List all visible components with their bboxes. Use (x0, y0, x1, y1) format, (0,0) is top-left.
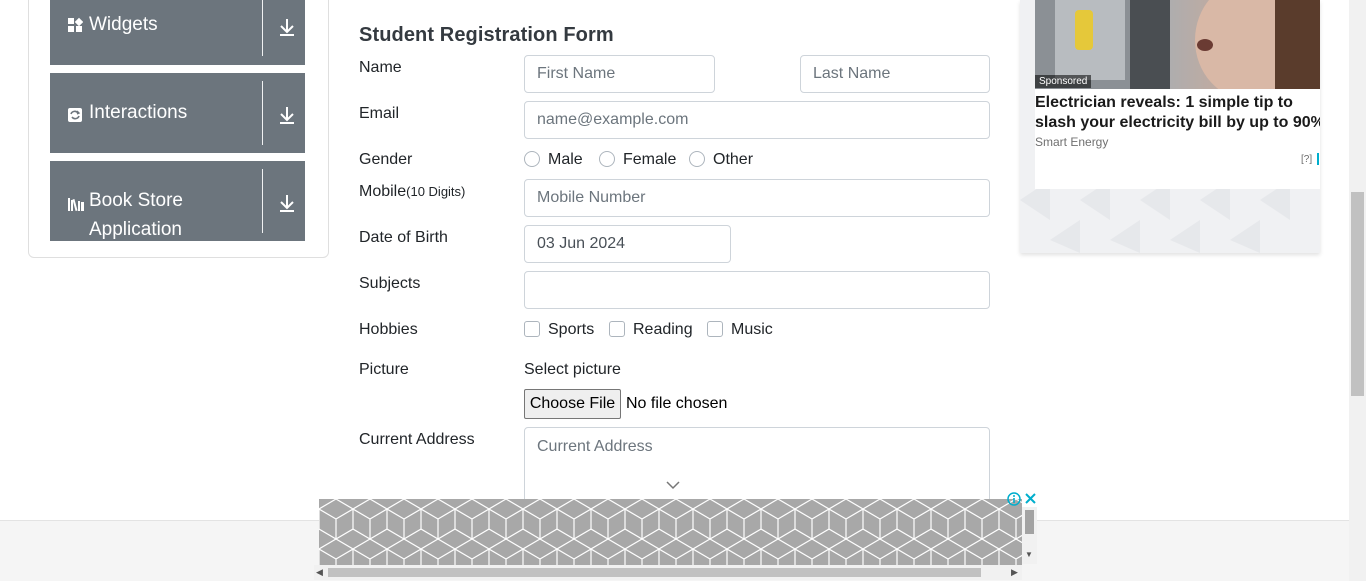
sidebar-group-label: Widgets (89, 14, 158, 35)
hobby-reading-checkbox[interactable] (609, 321, 625, 337)
hobby-sports-checkbox[interactable] (524, 321, 540, 337)
select-picture-label: Select picture (524, 361, 621, 378)
ad-right[interactable]: Sponsored Electrician reveals: 1 simple … (1020, 0, 1320, 253)
ad-info-icon[interactable] (1007, 492, 1021, 511)
name-label: Name (359, 59, 402, 76)
download-arrow-icon[interactable] (277, 105, 297, 125)
gender-label: Gender (359, 151, 413, 168)
hobby-sports-label[interactable]: Sports (548, 321, 594, 339)
gender-female-label[interactable]: Female (623, 151, 676, 169)
gender-other-radio[interactable] (689, 151, 705, 167)
interactions-icon (67, 107, 83, 123)
ad-source[interactable]: Smart Energy (1035, 135, 1108, 149)
sidebar-group-interactions[interactable]: Interactions (50, 73, 305, 153)
scrollbar-thumb[interactable] (1351, 192, 1364, 396)
ad-card[interactable]: Sponsored Electrician reveals: 1 simple … (1035, 0, 1320, 189)
gender-male-label[interactable]: Male (548, 151, 583, 169)
picture-label: Picture (359, 361, 409, 378)
file-status-text: No file chosen (626, 395, 728, 412)
sidebar-group-label: Book Store Application (89, 186, 183, 244)
gender-other-label[interactable]: Other (713, 151, 753, 169)
scroll-down-arrow-icon[interactable]: ▼ (1025, 550, 1033, 559)
ad-pattern (1020, 180, 1290, 253)
chevron-down-icon[interactable] (666, 477, 680, 495)
label-line-1: Book Store (89, 190, 183, 211)
sidebar-group-book-store[interactable]: Book Store Application (50, 161, 305, 241)
dob-label: Date of Birth (359, 229, 448, 246)
gender-male-radio[interactable] (524, 151, 540, 167)
ad-headline[interactable]: Electrician reveals: 1 simple tip to sla… (1035, 93, 1320, 133)
first-name-input[interactable]: First Name (524, 55, 715, 93)
scroll-right-arrow-icon[interactable]: ▶ (1011, 567, 1018, 578)
sidebar-group-label: Interactions (89, 102, 188, 123)
sponsored-label: Sponsored (1035, 75, 1092, 88)
mobile-hint: (10 Digits) (406, 184, 466, 199)
mobile-label-text: Mobile (359, 183, 407, 200)
label-line-2: Application (89, 219, 182, 240)
banner-pattern (319, 499, 1022, 565)
scroll-left-arrow-icon[interactable]: ◀ (316, 567, 323, 578)
mobile-label: Mobile(10 Digits) (359, 183, 465, 201)
current-address-label: Current Address (359, 431, 475, 448)
divider (262, 169, 263, 233)
download-arrow-icon[interactable] (277, 17, 297, 37)
scrollbar-thumb[interactable] (1025, 510, 1034, 534)
gender-female-radio[interactable] (599, 151, 615, 167)
hobbies-label: Hobbies (359, 321, 418, 338)
hobby-music-checkbox[interactable] (707, 321, 723, 337)
dob-input[interactable]: 03 Jun 2024 (524, 225, 731, 263)
current-address-textarea[interactable]: Current Address (524, 427, 990, 507)
scrollbar-thumb[interactable] (328, 568, 981, 577)
subjects-input[interactable] (524, 271, 990, 309)
ad-choices-icon[interactable] (1317, 152, 1320, 166)
banner-horizontal-scrollbar[interactable]: ◀ ▶ (314, 565, 1022, 580)
ad-info-question[interactable]: [?] (1301, 154, 1312, 165)
download-arrow-icon[interactable] (277, 193, 297, 213)
email-input[interactable]: name@example.com (524, 101, 990, 139)
hobby-reading-label[interactable]: Reading (633, 321, 693, 339)
sidebar-group-widgets[interactable]: Widgets (50, 0, 305, 65)
subjects-label: Subjects (359, 275, 421, 292)
book-store-icon (67, 196, 85, 212)
email-label: Email (359, 105, 400, 122)
ad-banner[interactable] (319, 499, 1022, 565)
divider (262, 0, 263, 56)
page-scrollbar[interactable] (1349, 0, 1366, 581)
form-title: Student Registration Form (359, 24, 614, 46)
choose-file-button[interactable]: Choose File (524, 389, 621, 419)
ad-image[interactable]: Sponsored (1035, 0, 1320, 89)
hobby-music-label[interactable]: Music (731, 321, 773, 339)
widgets-icon (67, 17, 84, 33)
divider (262, 81, 263, 145)
last-name-input[interactable]: Last Name (800, 55, 990, 93)
banner-vertical-scrollbar[interactable]: ▼ (1022, 507, 1037, 564)
mobile-input[interactable]: Mobile Number (524, 179, 990, 217)
